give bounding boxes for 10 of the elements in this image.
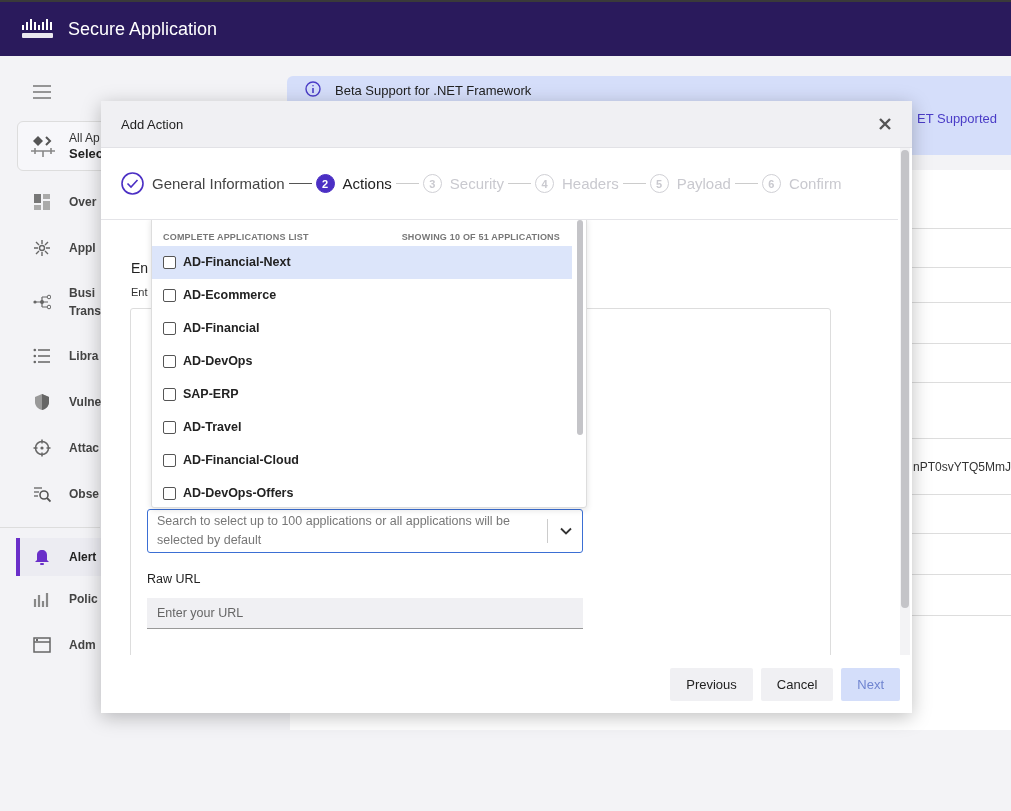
selector-label: All Ap [69, 130, 101, 146]
app-title: Secure Application [68, 18, 218, 40]
banner-text: Beta Support for .NET Framework [335, 83, 532, 98]
list-heading: COMPLETE APPLICATIONS LIST [163, 232, 309, 244]
field-label: Raw URL [147, 572, 202, 586]
selector-value: Selec [69, 146, 103, 162]
list-count: SHOWING 10 OF 51 APPLICATIONS [401, 232, 560, 244]
table-cell: nPT0svYTQ5MmJ [913, 459, 1011, 474]
section-text: Ent [131, 286, 148, 298]
section-heading: En [131, 260, 149, 278]
